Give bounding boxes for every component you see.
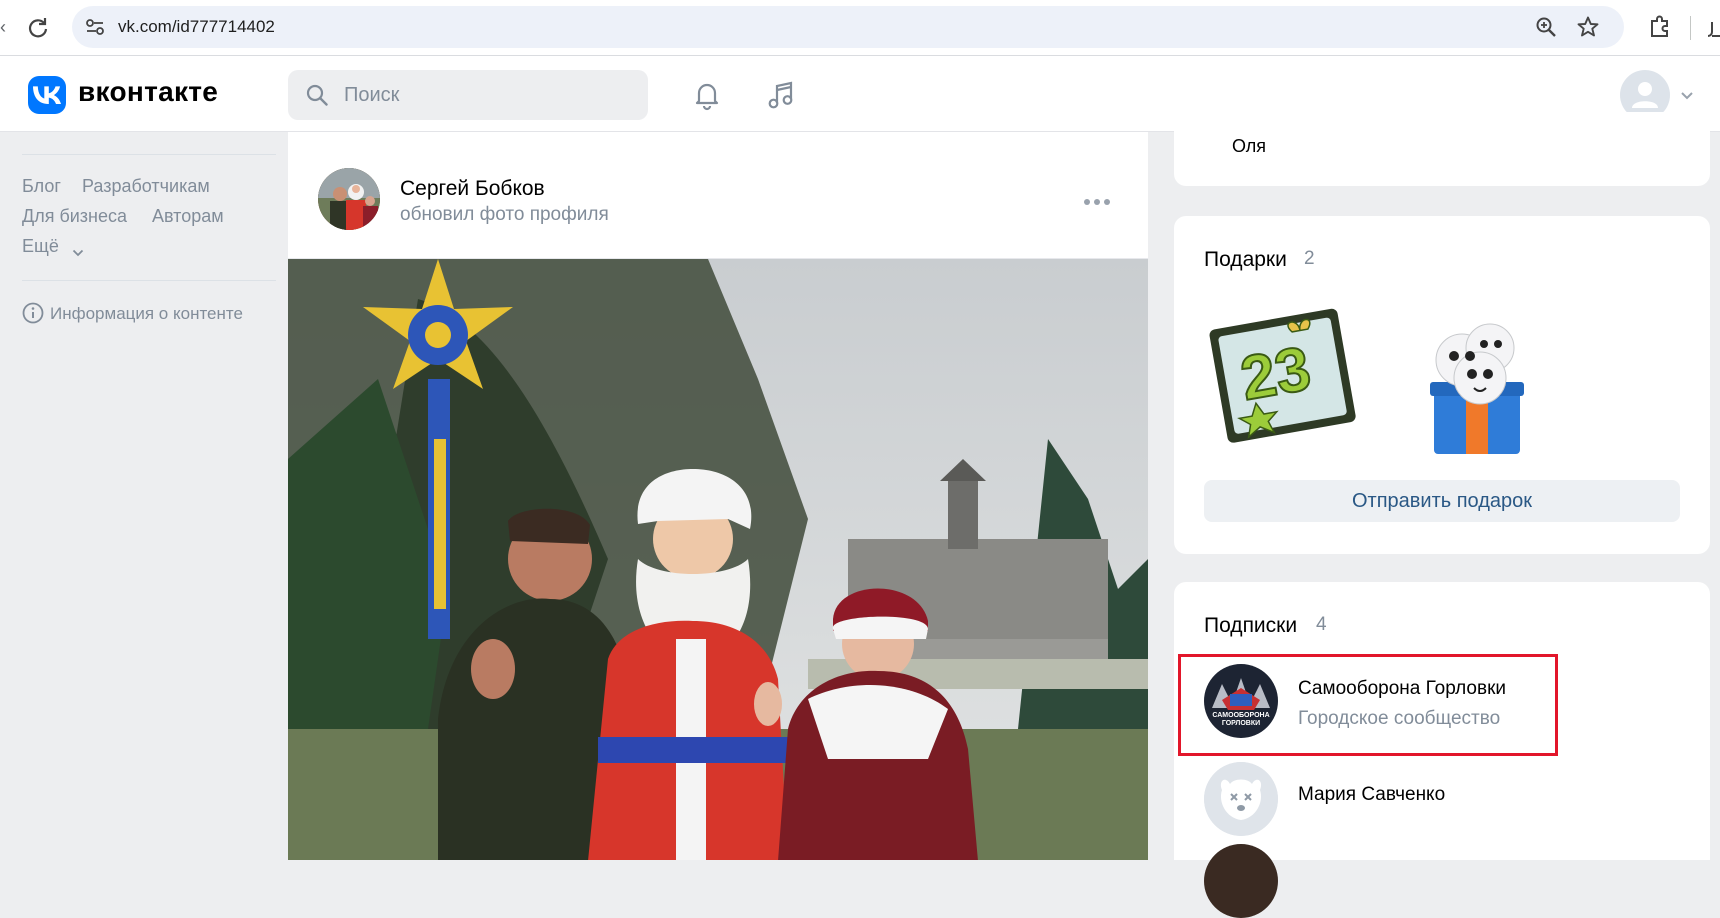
post-author-avatar[interactable] [318,168,380,230]
post-action-text: обновил фото профиля [400,204,609,225]
content-info-link[interactable]: Информация о контенте [50,304,243,324]
url-text[interactable]: vk.com/id777714402 [118,17,275,37]
nav-link-authors[interactable]: Авторам [152,206,224,227]
subscriptions-title[interactable]: Подписки [1204,614,1297,638]
wall-post: Сергей Бобков обновил фото профиля [288,132,1148,860]
info-icon[interactable] [22,302,44,324]
subscription-name[interactable]: Мария Савченко [1298,784,1445,806]
site-info-icon[interactable] [84,16,106,38]
friends-block: Оля [1174,112,1710,186]
send-gift-button[interactable]: Отправить подарок [1204,480,1680,522]
left-nav: Блог Разработчикам Для бизнеса Авторам Е… [0,132,280,860]
gifts-count: 2 [1304,248,1315,269]
search-box[interactable] [288,70,648,120]
gifts-block: Подарки 2 23 Отправить подарок [1174,216,1710,554]
post-author-name[interactable]: Сергей Бобков [400,177,545,201]
vk-wordmark[interactable]: вконтакте [78,76,218,108]
toolbar-divider [1690,16,1691,40]
vk-logo-icon[interactable] [28,76,66,114]
subscription-item[interactable] [1204,844,1684,918]
subscription-avatar[interactable] [1204,844,1278,918]
highlight-box [1178,654,1558,756]
extensions-icon[interactable] [1646,13,1674,41]
browser-menu-icon[interactable] [1704,14,1720,42]
nav-link-business[interactable]: Для бизнеса [22,206,127,227]
reload-icon[interactable] [24,14,52,42]
nav-divider [22,154,276,155]
bookmark-star-icon[interactable] [1576,15,1600,39]
friend-name[interactable]: Оля [1232,136,1266,157]
nav-divider [22,280,276,281]
browser-toolbar: ‹ vk.com/id777714402 [0,0,1720,56]
back-icon[interactable]: ‹ [0,16,10,38]
more-options-icon[interactable] [1082,194,1112,205]
nav-link-more[interactable]: Ещё [22,236,59,257]
default-avatar-icon[interactable] [1204,762,1278,836]
subscriptions-count: 4 [1316,614,1327,635]
notifications-bell-icon[interactable] [690,78,724,112]
chevron-down-icon[interactable] [72,244,84,257]
svg-text:23: 23 [1236,334,1316,414]
chevron-down-icon[interactable] [1680,88,1694,100]
nav-link-blog[interactable]: Блог [22,176,61,197]
music-note-icon[interactable] [764,78,798,112]
gifts-title[interactable]: Подарки [1204,248,1287,272]
nav-link-developers[interactable]: Разработчикам [82,176,210,197]
subscription-item[interactable]: Мария Савченко [1204,758,1684,836]
gift-sticker-box[interactable] [1392,298,1552,458]
address-bar[interactable]: vk.com/id777714402 [72,6,1624,48]
post-photo[interactable] [288,258,1148,860]
gift-23-box[interactable]: 23 [1204,298,1364,458]
search-input[interactable] [344,80,634,110]
zoom-icon[interactable] [1534,15,1558,39]
search-icon [306,84,328,106]
